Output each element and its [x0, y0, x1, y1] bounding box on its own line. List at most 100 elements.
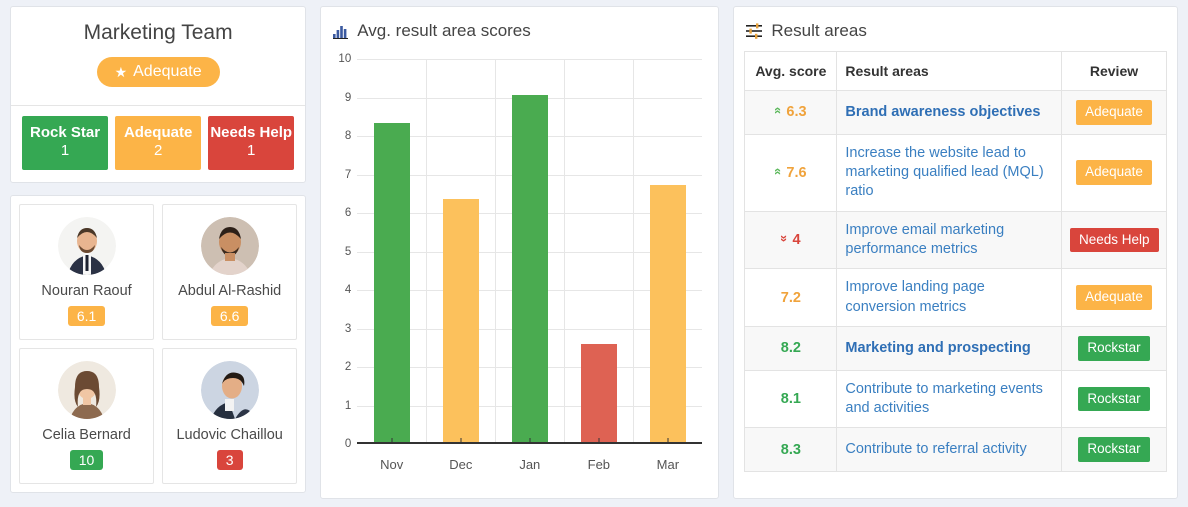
status-badge[interactable]: Adequate [1076, 285, 1152, 310]
cell-avg-score: 8.3 [744, 427, 838, 473]
trend-up-icon: « [771, 167, 787, 175]
chart-bar[interactable] [580, 343, 617, 444]
table-row[interactable]: «6.3 Brand awareness objectives Adequate [744, 90, 1167, 135]
status-badge[interactable]: Adequate [1076, 100, 1152, 125]
stat-count: 1 [247, 142, 256, 160]
result-area-link[interactable]: Improve landing page conversion metrics [845, 279, 984, 314]
table-row[interactable]: »4 Improve email marketing performance me… [744, 210, 1167, 270]
team-header: Marketing Team ★ Adequate [11, 7, 306, 106]
result-areas-header: Result areas [744, 17, 1167, 51]
cell-avg-score: 8.2 [744, 325, 838, 371]
avg-score-value: 8.1 [780, 391, 801, 407]
chart-bars [357, 59, 702, 444]
chart-bar[interactable] [442, 198, 479, 444]
status-badge[interactable]: Rockstar [1078, 386, 1150, 412]
chart-bar[interactable] [649, 185, 686, 444]
cell-result-area[interactable]: Brand awareness objectives [836, 90, 1062, 135]
table-row[interactable]: 8.2 Marketing and prospecting Rockstar [744, 325, 1167, 371]
chart-title: Avg. result area scores [357, 21, 531, 40]
table-row[interactable]: «7.6 Increase the website lead to marketi… [744, 133, 1167, 212]
stat-box-needs-help[interactable]: Needs Help 1 [208, 116, 295, 170]
chart-x-tick-label: Nov [380, 457, 404, 472]
cell-review: Rockstar [1061, 369, 1167, 429]
column-header-avg-score[interactable]: Avg. score [744, 51, 838, 91]
chart-bar[interactable] [511, 94, 548, 444]
result-areas-title: Result areas [771, 21, 867, 40]
result-area-link[interactable]: Marketing and prospecting [845, 340, 1030, 356]
team-column: Marketing Team ★ Adequate Rock Star 1 Ad… [10, 6, 307, 493]
avg-score-value: 4 [792, 232, 801, 248]
stat-label: Needs Help [210, 124, 293, 141]
avg-score-value: 6.3 [786, 104, 807, 121]
cell-review: Needs Help [1061, 210, 1167, 270]
chart-body: 0 1 2 3 4 5 6 7 8 9 10 Nov Dec Jan Feb Mar [331, 51, 710, 492]
chart-bar-slot [495, 59, 564, 444]
result-areas-table: Avg. score Result areas Review «6.3 Brand… [744, 51, 1167, 473]
team-members-grid: Nouran Raouf 6.1 Abdul Al-Rashid 6.6 Cel… [19, 203, 298, 484]
table-row[interactable]: 8.1 Contribute to marketing events and ac… [744, 369, 1167, 429]
cell-review: Adequate [1061, 90, 1167, 135]
cell-result-area[interactable]: Improve landing page conversion metrics [836, 268, 1062, 327]
cell-result-area[interactable]: Contribute to referral activity [836, 427, 1062, 473]
table-row[interactable]: 8.3 Contribute to referral activity Rockst… [744, 427, 1167, 473]
member-score-badge: 10 [69, 449, 104, 470]
status-badge[interactable]: Needs Help [1070, 227, 1159, 253]
cell-result-area[interactable]: Improve email marketing performance metr… [836, 210, 1062, 270]
chart-plot-area: 0 1 2 3 4 5 6 7 8 9 10 [338, 53, 703, 450]
member-name: Ludovic Chaillou [176, 426, 283, 443]
avg-score-value: 8.3 [780, 441, 801, 458]
chart-y-tick-label: 0 [344, 438, 352, 450]
table-row[interactable]: 7.2 Improve landing page conversion metri… [744, 268, 1167, 327]
cell-result-area[interactable]: Marketing and prospecting [836, 325, 1062, 371]
stat-box-adequate[interactable]: Adequate 2 [115, 116, 202, 170]
avatar [200, 216, 259, 275]
column-header-review[interactable]: Review [1061, 51, 1167, 91]
result-area-link[interactable]: Brand awareness objectives [845, 104, 1040, 120]
cell-result-area[interactable]: Contribute to marketing events and activ… [836, 369, 1062, 429]
team-members-card: Nouran Raouf 6.1 Abdul Al-Rashid 6.6 Cel… [10, 194, 307, 493]
cell-review: Adequate [1061, 133, 1167, 212]
chart-bar[interactable] [373, 122, 410, 444]
cell-result-area[interactable]: Increase the website lead to marketing q… [836, 133, 1062, 212]
cell-avg-score: «6.3 [744, 90, 838, 135]
result-area-link[interactable]: Improve email marketing performance metr… [845, 222, 1004, 257]
result-areas-table-body: «6.3 Brand awareness objectives Adequate «7… [744, 90, 1167, 473]
chart-x-axis-labels: Nov Dec Jan Feb Mar [357, 457, 702, 472]
result-area-link[interactable]: Increase the website lead to marketing q… [845, 145, 1043, 200]
team-rating-badge[interactable]: ★ Adequate [96, 57, 220, 87]
member-name: Nouran Raouf [41, 282, 132, 299]
column-header-result-areas[interactable]: Result areas [836, 51, 1062, 91]
avg-score-value: 7.2 [780, 289, 801, 306]
result-area-link[interactable]: Contribute to marketing events and activ… [845, 381, 1042, 416]
chart-x-tick [667, 438, 669, 444]
table-header-row: Avg. score Result areas Review [744, 51, 1167, 91]
chart-bar-slot [564, 59, 633, 444]
member-card[interactable]: Ludovic Chaillou 3 [162, 347, 298, 484]
chart-y-tick-label: 2 [344, 361, 352, 373]
dashboard-page: Marketing Team ★ Adequate Rock Star 1 Ad… [0, 0, 1188, 507]
member-score-badge: 3 [216, 449, 243, 470]
chart-x-tick [460, 438, 462, 444]
trend-down-icon: » [777, 234, 793, 243]
avatar [57, 360, 116, 419]
stat-box-rock-star[interactable]: Rock Star 1 [22, 116, 109, 170]
member-score-badge: 6.1 [67, 305, 106, 326]
member-card[interactable]: Celia Bernard 10 [19, 347, 155, 484]
cell-review: Adequate [1061, 268, 1167, 327]
member-card[interactable]: Abdul Al-Rashid 6.6 [162, 203, 298, 340]
status-badge[interactable]: Rockstar [1078, 437, 1150, 463]
member-card[interactable]: Nouran Raouf 6.1 [19, 203, 155, 340]
chart-y-tick-label: 10 [338, 53, 352, 65]
chart-y-axis: 0 1 2 3 4 5 6 7 8 9 10 [331, 53, 355, 450]
result-areas-panel: Result areas Avg. score Result areas Rev… [733, 6, 1178, 499]
avg-score-value: 8.2 [780, 340, 801, 357]
result-area-link[interactable]: Contribute to referral activity [845, 441, 1026, 457]
status-badge[interactable]: Rockstar [1078, 335, 1150, 361]
chart-y-tick-label: 1 [344, 399, 352, 412]
stat-label: Adequate [123, 124, 193, 141]
page-title: Marketing Team [83, 21, 233, 44]
team-summary-card: Marketing Team ★ Adequate Rock Star 1 Ad… [10, 6, 307, 183]
status-badge[interactable]: Adequate [1076, 160, 1152, 186]
chart-y-tick-label: 4 [344, 284, 352, 296]
chart-y-tick-label: 8 [344, 130, 352, 142]
